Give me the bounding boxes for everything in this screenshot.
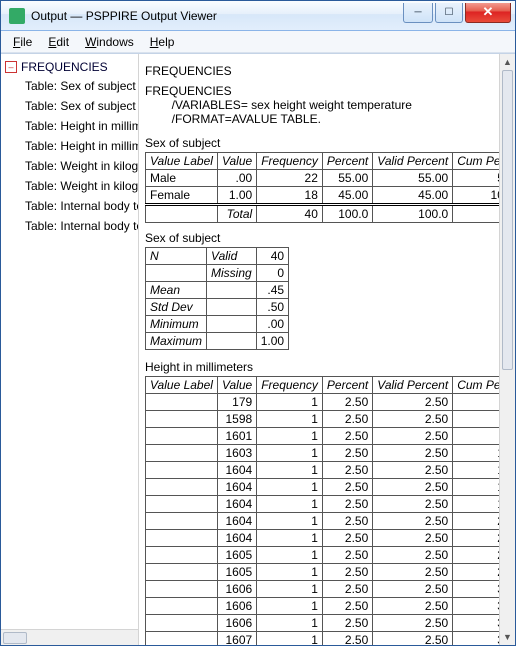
scroll-down-arrow[interactable]: ▼ [500, 629, 515, 645]
section-heading: FREQUENCIES [145, 64, 493, 78]
column-header: Valid Percent [373, 153, 453, 170]
syntax-line: /VARIABLES= sex height weight temperatur… [145, 98, 493, 112]
table-row: 17912.502.502.50 [146, 394, 500, 411]
table-row: Male.002255.0055.0055.00 [146, 170, 500, 187]
titlebar[interactable]: Output — PSPPIRE Output Viewer ─ ☐ ✕ [1, 1, 515, 31]
sex-stats-table: NValid40Missing0Mean.45Std Dev.50Minimum… [145, 247, 289, 350]
table-row: Missing0 [146, 265, 289, 282]
output-content[interactable]: FREQUENCIES FREQUENCIES /VARIABLES= sex … [139, 54, 499, 645]
menu-windows[interactable]: Windows [79, 33, 140, 51]
table-total-row: Total40100.0100.0 [146, 205, 500, 223]
column-header: Value [217, 153, 256, 170]
table-row: 160312.502.5010.00 [146, 445, 500, 462]
syntax-block: FREQUENCIES /VARIABLES= sex height weigh… [145, 84, 493, 126]
column-header: Valid Percent [373, 377, 453, 394]
menu-edit[interactable]: Edit [42, 33, 75, 51]
table-caption: Sex of subject [145, 231, 493, 245]
vertical-scrollbar[interactable]: ▲ ▼ [499, 54, 515, 645]
table-row: 160412.502.5017.50 [146, 496, 500, 513]
outline-item[interactable]: Table: Weight in kilograms [5, 176, 138, 196]
column-header: Percent [322, 153, 372, 170]
scroll-track[interactable] [500, 70, 515, 629]
table-caption: Sex of subject [145, 136, 493, 150]
column-header: Frequency [257, 153, 323, 170]
window-buttons: ─ ☐ ✕ [401, 3, 511, 23]
height-frequency-table: Value LabelValueFrequencyPercentValid Pe… [145, 376, 499, 645]
table-row: Maximum1.00 [146, 333, 289, 350]
outline-item[interactable]: Table: Sex of subject [5, 96, 138, 116]
sex-frequency-table: Value LabelValueFrequencyPercentValid Pe… [145, 152, 499, 223]
syntax-line: /FORMAT=AVALUE TABLE. [145, 112, 493, 126]
column-header: Percent [322, 377, 372, 394]
table-row: 160612.502.5030.00 [146, 581, 500, 598]
table-row: 160512.502.5025.00 [146, 547, 500, 564]
window-title: Output — PSPPIRE Output Viewer [31, 9, 401, 23]
column-header: Value [217, 377, 256, 394]
table-row: Female1.001845.0045.00100.00 [146, 187, 500, 205]
table-caption: Height in millimeters [145, 360, 493, 374]
table-row: Mean.45 [146, 282, 289, 299]
syntax-line: FREQUENCIES [145, 84, 493, 98]
outline-item[interactable]: Table: Height in millimeters [5, 136, 138, 156]
menu-file[interactable]: File [7, 33, 38, 51]
table-row: 160412.502.5022.50 [146, 530, 500, 547]
maximize-button[interactable]: ☐ [435, 3, 463, 23]
table-row: 160412.502.5015.00 [146, 479, 500, 496]
scroll-thumb[interactable] [502, 70, 513, 370]
column-header: Cum Percent [453, 153, 499, 170]
table-row: 160112.502.507.50 [146, 428, 500, 445]
outline-pane[interactable]: – FREQUENCIES Table: Sex of subjectTable… [1, 54, 139, 645]
table-row: 160512.502.5027.50 [146, 564, 500, 581]
column-header: Value Label [146, 377, 218, 394]
table-row: NValid40 [146, 248, 289, 265]
outline-item[interactable]: Table: Height in millimeters [5, 116, 138, 136]
table-row: 160612.502.5035.00 [146, 615, 500, 632]
outline-root[interactable]: – FREQUENCIES [5, 58, 138, 76]
output-pane: FREQUENCIES FREQUENCIES /VARIABLES= sex … [139, 54, 515, 645]
outline-horiz-scrollbar[interactable] [1, 629, 138, 645]
table-row: 160412.502.5012.50 [146, 462, 500, 479]
close-button[interactable]: ✕ [465, 3, 511, 23]
outline-item[interactable]: Table: Internal body temperature in degr… [5, 196, 138, 216]
column-header: Frequency [257, 377, 323, 394]
minimize-button[interactable]: ─ [403, 3, 433, 23]
client-area: – FREQUENCIES Table: Sex of subjectTable… [1, 53, 515, 645]
outline-item[interactable]: Table: Weight in kilograms [5, 156, 138, 176]
outline-item[interactable]: Table: Sex of subject [5, 76, 138, 96]
table-row: Minimum.00 [146, 316, 289, 333]
outline-scroll-thumb[interactable] [3, 632, 27, 644]
outline-item[interactable]: Table: Internal body temperature in degr… [5, 216, 138, 236]
collapse-icon[interactable]: – [5, 61, 17, 73]
outline-root-label: FREQUENCIES [21, 60, 108, 74]
app-icon [9, 8, 25, 24]
table-row: 159812.502.505.00 [146, 411, 500, 428]
app-window: Output — PSPPIRE Output Viewer ─ ☐ ✕ Fil… [0, 0, 516, 646]
table-row: Std Dev.50 [146, 299, 289, 316]
table-row: 160712.502.5037.50 [146, 632, 500, 646]
scroll-up-arrow[interactable]: ▲ [500, 54, 515, 70]
menubar: File Edit Windows Help [1, 31, 515, 53]
table-row: 160412.502.5020.00 [146, 513, 500, 530]
menu-help[interactable]: Help [144, 33, 181, 51]
column-header: Value Label [146, 153, 218, 170]
column-header: Cum Percent [453, 377, 499, 394]
table-row: 160612.502.5032.50 [146, 598, 500, 615]
